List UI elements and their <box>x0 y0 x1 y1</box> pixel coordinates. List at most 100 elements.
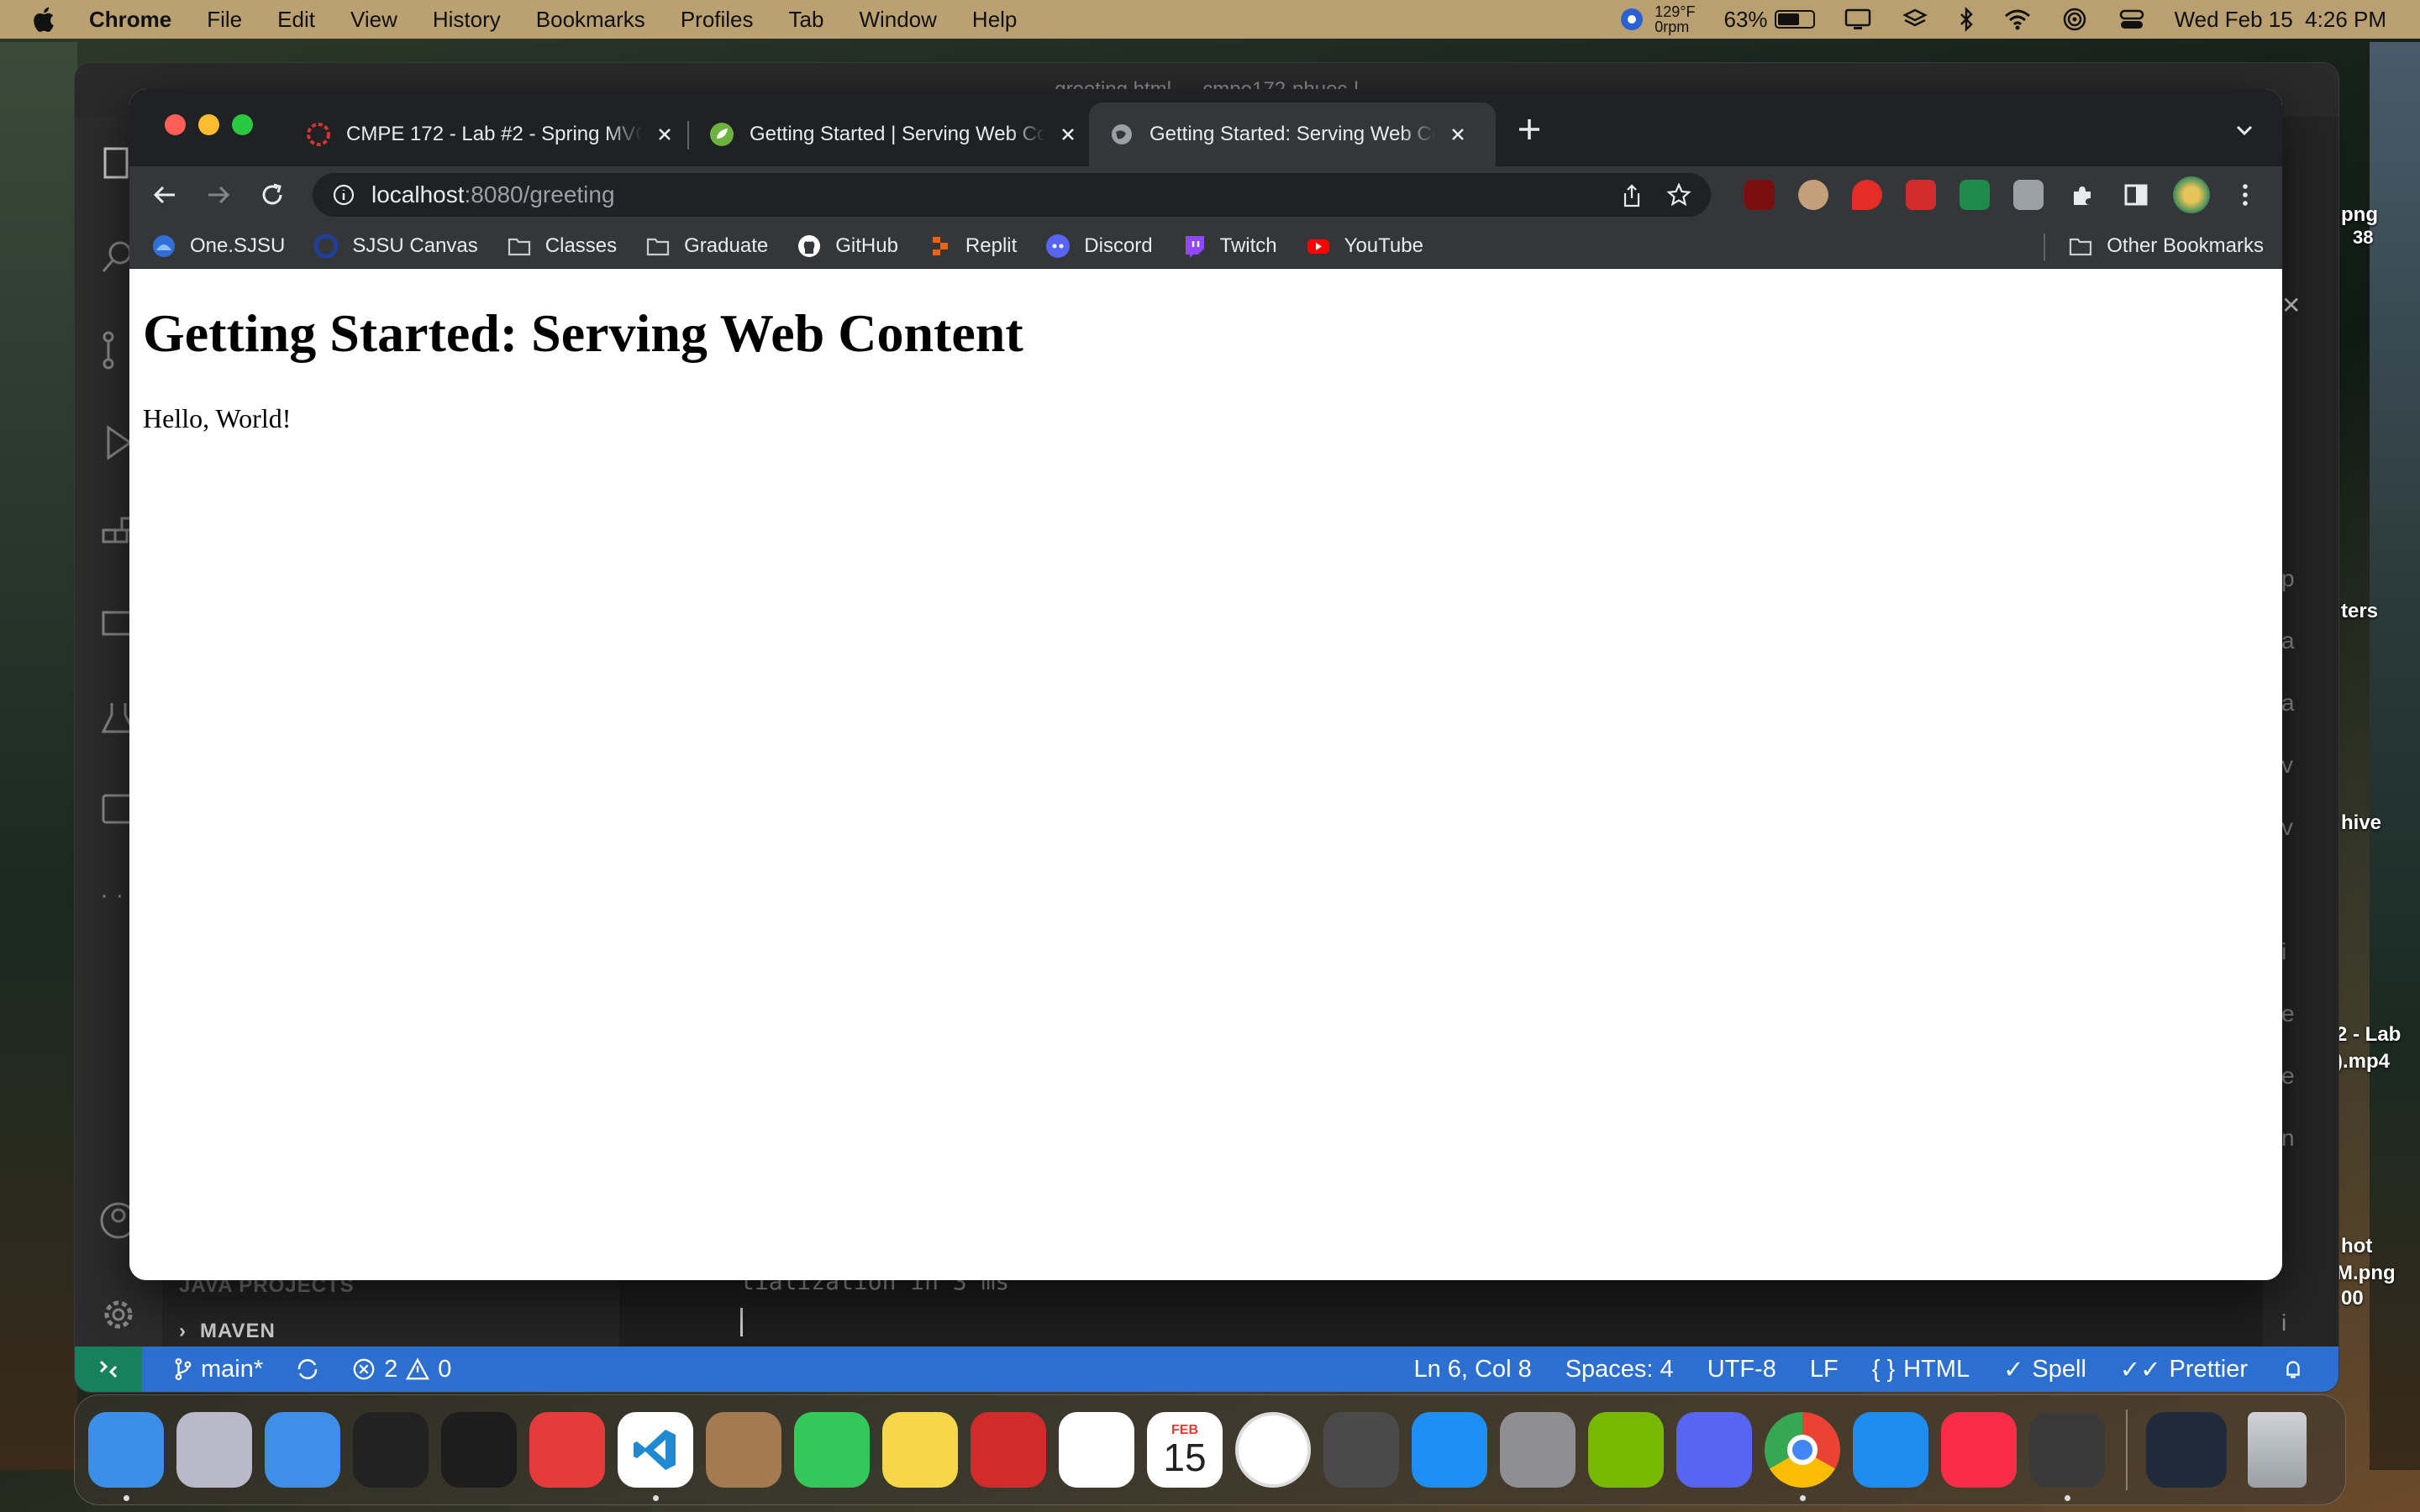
tab-greeting-active[interactable]: Getting Started: Serving Web Content <box>1089 102 1496 166</box>
bookmark-replit[interactable]: Replit <box>927 234 1017 259</box>
menu-history[interactable]: History <box>433 7 501 33</box>
chevron-down-icon[interactable] <box>2232 118 2257 143</box>
menu-file[interactable]: File <box>207 7 242 33</box>
dock-app-notes[interactable] <box>882 1412 958 1488</box>
gear-icon[interactable] <box>97 1293 140 1336</box>
close-icon[interactable] <box>1057 123 1079 145</box>
menu-help[interactable]: Help <box>972 7 1017 33</box>
dock-app-calendar[interactable]: FEB 15 <box>1147 1412 1223 1488</box>
desktop-icon-label[interactable]: 2 - Lab <box>2336 1023 2401 1047</box>
remote-indicator[interactable] <box>75 1347 142 1392</box>
dock-app-git-client[interactable] <box>529 1412 605 1488</box>
more-icon[interactable]: · · <box>100 881 124 910</box>
trash-icon[interactable] <box>2248 1412 2307 1488</box>
dock-app-app-store[interactable] <box>1412 1412 1487 1488</box>
dock-app-discord[interactable] <box>1676 1412 1752 1488</box>
cursor-position[interactable]: Ln 6, Col 8 <box>1413 1356 1531 1383</box>
bookmark-onesjsu[interactable]: One.SJSU <box>151 234 285 259</box>
wifi-icon[interactable] <box>2003 7 2032 32</box>
dock-app-mail[interactable] <box>265 1412 340 1488</box>
share-icon[interactable] <box>1620 183 1644 208</box>
url-text[interactable]: localhost:8080/greeting <box>371 181 615 208</box>
puzzle-icon[interactable] <box>2067 180 2097 210</box>
other-bookmarks-folder[interactable]: Other Bookmarks <box>2068 234 2264 259</box>
profile-avatar[interactable] <box>2173 176 2210 213</box>
notifications-button[interactable] <box>2281 1357 2305 1381</box>
bookmark-twitch[interactable]: Twitch <box>1181 234 1277 259</box>
dock-app-contacts[interactable] <box>706 1412 781 1488</box>
desktop-icon-label[interactable]: M.png <box>2336 1262 2396 1285</box>
new-tab-button[interactable] <box>1514 114 1544 144</box>
dock-app-quicktime-player[interactable] <box>2029 1412 2105 1501</box>
close-icon[interactable]: ✕ <box>2281 291 2301 319</box>
dock-app-google-chrome[interactable] <box>1765 1412 1840 1501</box>
dock-app-launchpad[interactable] <box>176 1412 252 1488</box>
encoding[interactable]: UTF-8 <box>1707 1356 1776 1383</box>
forward-button[interactable] <box>203 180 234 210</box>
bookmark-star-icon[interactable] <box>1665 181 1692 208</box>
menu-clock[interactable]: Wed Feb 15 4:26 PM <box>2175 7 2386 33</box>
desktop-icon-label[interactable]: png <box>2341 203 2378 227</box>
dock-minimized-window[interactable] <box>2146 1412 2227 1488</box>
dock-app-visual-studio-code[interactable] <box>618 1412 693 1501</box>
back-button[interactable] <box>150 180 180 210</box>
bluetooth-icon[interactable] <box>1958 7 1975 32</box>
menu-profiles[interactable]: Profiles <box>681 7 754 33</box>
control-center-icon[interactable] <box>2118 7 2146 32</box>
dock-app-messages[interactable] <box>794 1412 870 1488</box>
tab-spring-guide[interactable]: Getting Started | Serving Web Content <box>689 102 1099 166</box>
maximize-window-button[interactable] <box>232 114 253 135</box>
address-bar[interactable]: localhost:8080/greeting <box>313 173 1711 217</box>
bookmark-sjsu-canvas[interactable]: SJSU Canvas <box>313 234 478 259</box>
desktop-icon-label[interactable]: hive <box>2341 811 2381 835</box>
menu-bookmarks[interactable]: Bookmarks <box>536 7 645 33</box>
dock-app-nvidia-geforce-now[interactable] <box>1588 1412 1664 1488</box>
dock-app-music[interactable] <box>1941 1412 2017 1488</box>
end-of-line[interactable]: LF <box>1810 1356 1839 1383</box>
menu-edit[interactable]: Edit <box>277 7 315 33</box>
menu-view[interactable]: View <box>350 7 397 33</box>
dislike-extension-icon[interactable] <box>1906 180 1936 210</box>
dock-app-photo-booth[interactable] <box>971 1412 1046 1488</box>
menu-app-name[interactable]: Chrome <box>89 7 171 33</box>
spell-check[interactable]: ✓ Spell <box>2003 1355 2086 1384</box>
display-icon[interactable] <box>1844 7 1872 32</box>
prettier-status[interactable]: ✓✓ Prettier <box>2120 1355 2248 1384</box>
close-icon[interactable] <box>1447 123 1469 145</box>
close-icon[interactable] <box>654 123 676 145</box>
battery-status[interactable]: 63% <box>1724 7 1815 33</box>
dock-app-activity-monitor[interactable] <box>441 1412 517 1488</box>
info-icon[interactable] <box>331 182 356 207</box>
dock-app-terminal[interactable] <box>353 1412 429 1488</box>
bookmark-github[interactable]: GitHub <box>797 234 898 259</box>
dock-app-system-settings[interactable] <box>1500 1412 1576 1488</box>
kebab-menu-icon[interactable] <box>2230 180 2260 210</box>
desktop-icon-label[interactable]: ters <box>2341 600 2378 623</box>
branch-indicator[interactable]: main* <box>174 1356 263 1383</box>
indentation[interactable]: Spaces: 4 <box>1565 1356 1674 1383</box>
maven-section[interactable]: › MAVEN <box>179 1320 276 1343</box>
extension-face-icon[interactable] <box>1798 180 1828 210</box>
airdrop-icon[interactable] <box>2060 7 2089 32</box>
layers-icon[interactable] <box>1901 7 1929 32</box>
gray-extension-icon[interactable] <box>2013 180 2044 210</box>
minimize-window-button[interactable] <box>198 114 219 135</box>
dock-app-calculator[interactable] <box>1323 1412 1399 1488</box>
bookmark-folder-classes[interactable]: Classes <box>507 234 617 259</box>
bookmark-discord[interactable]: Discord <box>1045 234 1153 259</box>
reload-button[interactable] <box>257 180 287 210</box>
close-window-button[interactable] <box>165 114 186 135</box>
menu-tab[interactable]: Tab <box>789 7 824 33</box>
tab-cmpe172-lab2[interactable]: CMPE 172 - Lab #2 - Spring MVC <box>286 102 696 166</box>
ublock-icon[interactable] <box>1744 180 1775 210</box>
menu-window[interactable]: Window <box>859 7 936 33</box>
youtube-extension-icon[interactable] <box>1852 180 1882 210</box>
dock-app-finder[interactable] <box>88 1412 164 1501</box>
apple-menu-icon[interactable] <box>30 5 55 34</box>
desktop-icon-label[interactable]: 00 <box>2341 1287 2364 1310</box>
dock-app-safari[interactable] <box>1853 1412 1928 1488</box>
problems-indicator[interactable]: 2 0 <box>352 1356 451 1383</box>
desktop-icon-label[interactable]: ).mp4 <box>2336 1050 2390 1074</box>
bookmark-youtube[interactable]: YouTube <box>1306 234 1423 259</box>
dock-app-photos[interactable] <box>1059 1412 1134 1488</box>
